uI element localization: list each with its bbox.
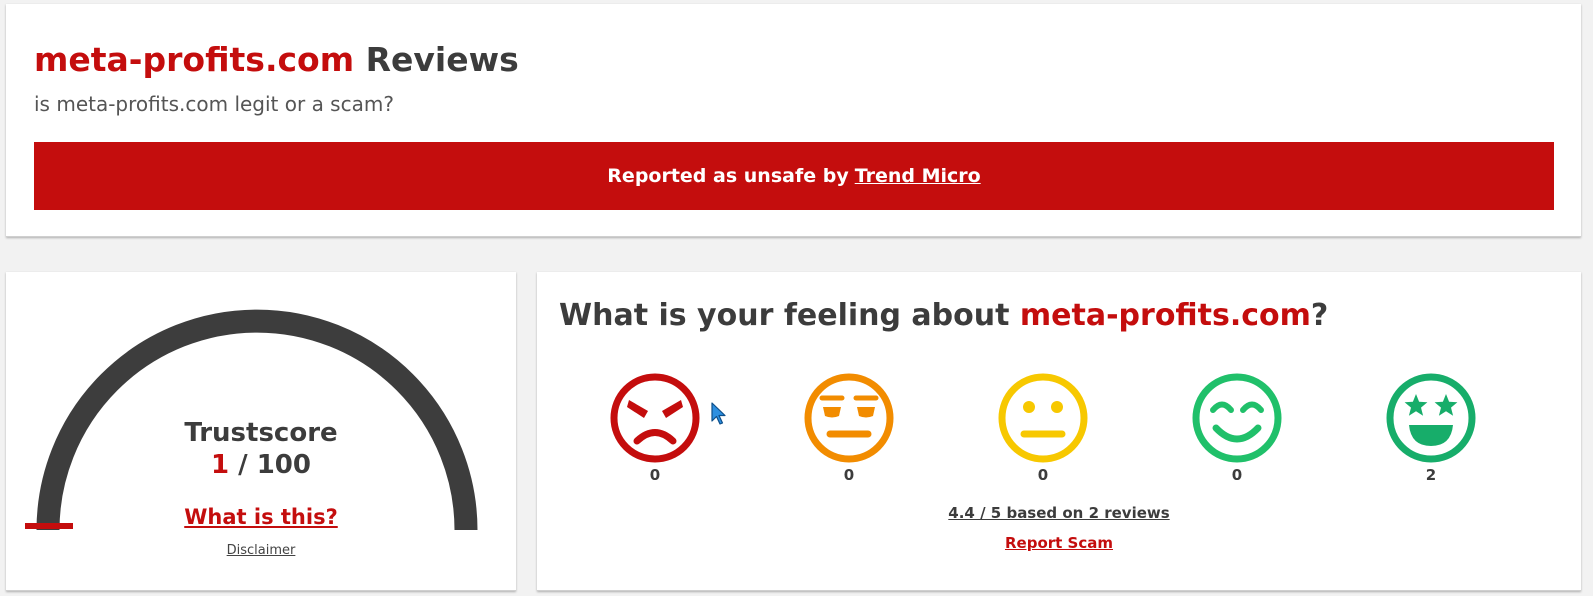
warning-banner-text: Reported as unsafe by	[607, 165, 849, 187]
trustscore-card: Trustscore 1 / 100 What is this? Disclai…	[6, 272, 516, 591]
feeling-card: What is your feeling about meta-profits.…	[537, 272, 1581, 591]
rating-neutral-button[interactable]: 0	[993, 372, 1093, 492]
page-title: meta-profits.com Reviews	[34, 38, 519, 82]
report-scam-row: Report Scam	[537, 534, 1581, 552]
trustscore-number: 1	[211, 450, 230, 480]
rating-summary-row: 4.4 / 5 based on 2 reviews	[537, 504, 1581, 522]
rating-angry-button[interactable]: 0	[605, 372, 705, 492]
rating-happy-button[interactable]: 0	[1187, 372, 1287, 492]
star-eyes-face-icon	[1386, 373, 1476, 463]
neutral-face-icon	[998, 373, 1088, 463]
what-is-this-row: What is this?	[6, 505, 516, 529]
disclaimer-row: Disclaimer	[6, 543, 516, 558]
trend-micro-link[interactable]: Trend Micro	[855, 165, 981, 187]
rating-excellent-button[interactable]: 2	[1381, 372, 1481, 492]
report-scam-link[interactable]: Report Scam	[1005, 534, 1113, 552]
page-title-domain: meta-profits.com	[34, 40, 355, 79]
mouse-pointer-icon	[711, 402, 726, 425]
smiling-face-icon	[1192, 373, 1282, 463]
angry-face-icon	[610, 373, 700, 463]
what-is-this-link[interactable]: What is this?	[184, 505, 338, 529]
rating-summary-link[interactable]: 4.4 / 5 based on 2 reviews	[948, 504, 1169, 522]
unsafe-warning-banner: Reported as unsafe by Trend Micro	[34, 142, 1554, 210]
trustscore-max: / 100	[238, 450, 311, 480]
rating-count: 0	[843, 466, 855, 484]
rating-count: 0	[649, 466, 661, 484]
feeling-title-suffix: ?	[1310, 298, 1329, 333]
site-header-card: meta-profits.com Reviews is meta-profits…	[6, 4, 1581, 237]
rating-count: 2	[1425, 466, 1437, 484]
feeling-title-prefix: What is your feeling about	[559, 298, 1010, 333]
page-subtitle: is meta-profits.com legit or a scam?	[34, 92, 394, 116]
rating-annoyed-button[interactable]: 0	[799, 372, 899, 492]
disclaimer-link[interactable]: Disclaimer	[227, 543, 296, 558]
trustscore-label: Trustscore	[184, 418, 338, 448]
rating-count: 0	[1037, 466, 1049, 484]
feeling-title-domain: meta-profits.com	[1019, 298, 1311, 333]
rating-count: 0	[1231, 466, 1243, 484]
page-title-suffix: Reviews	[365, 40, 519, 79]
feeling-title: What is your feeling about meta-profits.…	[559, 294, 1328, 338]
annoyed-face-icon	[804, 373, 894, 463]
trustscore-value: 1 / 100	[6, 450, 516, 480]
